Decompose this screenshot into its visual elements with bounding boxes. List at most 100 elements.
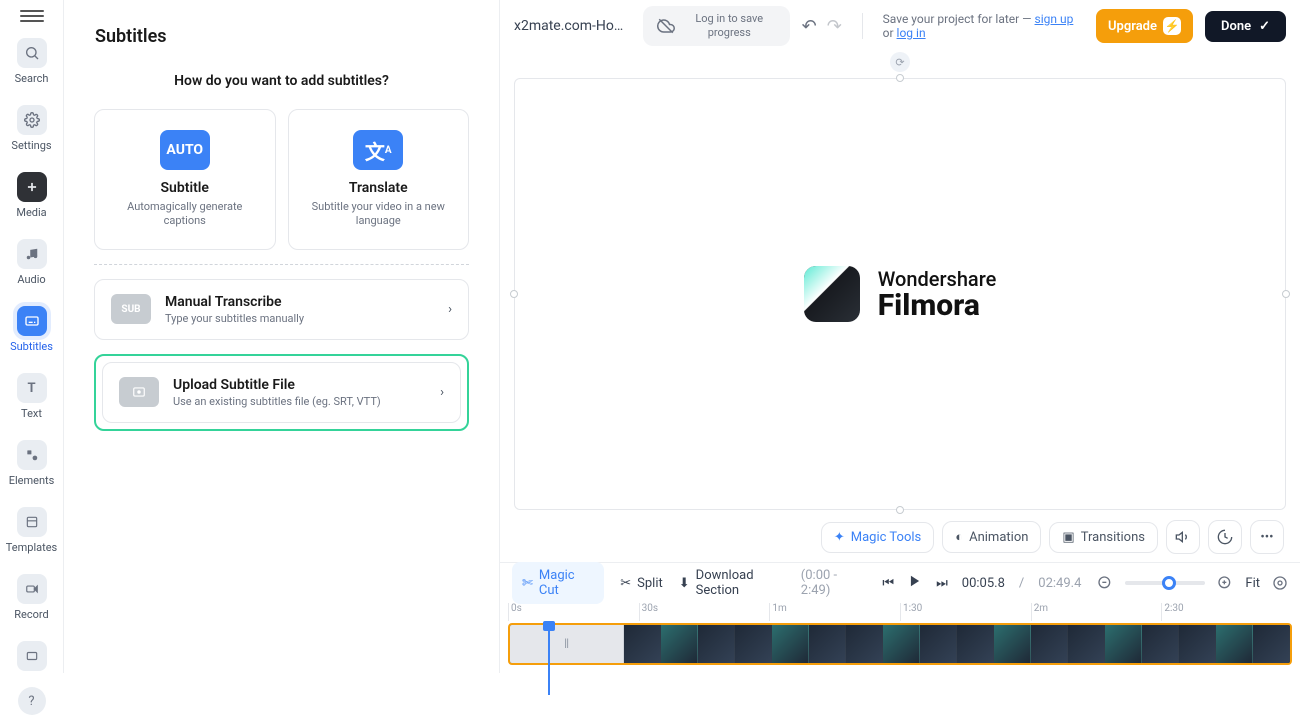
- track-area: ‖: [508, 623, 1292, 665]
- help-icon[interactable]: ?: [18, 687, 46, 715]
- volume-icon[interactable]: [1166, 520, 1200, 554]
- rail-label: Media: [16, 206, 46, 219]
- row-desc: Type your subtitles manually: [165, 312, 304, 325]
- rail-item-templates[interactable]: Templates: [4, 503, 60, 558]
- rail-item-audio[interactable]: Audio: [4, 235, 60, 290]
- music-icon: [17, 239, 47, 269]
- zoom-out-icon[interactable]: [1097, 575, 1113, 591]
- zoom-knob[interactable]: [1162, 576, 1176, 590]
- project-title[interactable]: x2mate.com-How to...: [514, 18, 631, 34]
- rail-label: Audio: [17, 273, 45, 286]
- main-area: x2mate.com-How to... Log in to save prog…: [500, 0, 1300, 673]
- upgrade-button[interactable]: Upgrade⚡: [1096, 9, 1193, 43]
- undo-icon[interactable]: ↶: [802, 16, 817, 37]
- animation-button[interactable]: ◐Animation: [942, 521, 1041, 553]
- video-clip[interactable]: [624, 625, 1290, 663]
- download-icon: ⬇: [679, 576, 690, 591]
- login-link[interactable]: log in: [897, 26, 926, 40]
- file-icon: [119, 377, 159, 407]
- rail-item-elements[interactable]: Elements: [4, 436, 60, 491]
- time-sep: /: [1019, 576, 1024, 591]
- login-text: Log in to save progress: [683, 12, 776, 40]
- resize-handle[interactable]: [510, 290, 518, 298]
- zoom-slider[interactable]: [1125, 581, 1205, 585]
- cloud-off-icon: [657, 17, 675, 35]
- rail-item-record[interactable]: Record: [4, 570, 60, 625]
- card-manual-transcribe[interactable]: SUB Manual Transcribe Type your subtitle…: [94, 279, 469, 340]
- extra-icon: [17, 641, 47, 671]
- transitions-icon: ▣: [1062, 530, 1074, 545]
- card-translate[interactable]: 文A Translate Subtitle your video in a ne…: [288, 109, 470, 250]
- animation-icon: ◐: [955, 529, 963, 545]
- topbar: x2mate.com-How to... Log in to save prog…: [500, 0, 1300, 52]
- panel-question: How do you want to add subtitles?: [94, 73, 469, 89]
- fit-button[interactable]: Fit: [1245, 576, 1260, 591]
- rail-item-text[interactable]: T Text: [4, 369, 60, 424]
- hamburger-icon[interactable]: [20, 10, 44, 22]
- rail-item-media[interactable]: Media: [4, 168, 60, 223]
- upload-highlight: Upload Subtitle File Use an existing sub…: [94, 354, 469, 431]
- wand-icon: ✄: [522, 576, 533, 591]
- rail-label: Search: [15, 72, 49, 85]
- magic-tools-button[interactable]: ✦Magic Tools: [821, 522, 934, 553]
- video-track[interactable]: ‖: [508, 623, 1292, 665]
- timeline-ruler[interactable]: 0s 30s 1m 1:30 2m 2:30: [508, 603, 1292, 621]
- rail-item-search[interactable]: Search: [4, 34, 60, 89]
- track-handle-icon[interactable]: ‖: [510, 625, 624, 663]
- rail-label: Record: [14, 608, 48, 621]
- card-upload-subtitle[interactable]: Upload Subtitle File Use an existing sub…: [102, 362, 461, 423]
- scissors-icon: ✂: [620, 576, 631, 591]
- record-icon: [17, 574, 47, 604]
- card-desc: Automagically generate captions: [107, 200, 263, 229]
- row-title: Upload Subtitle File: [173, 377, 381, 393]
- video-stage[interactable]: Wondershare Filmora: [514, 78, 1286, 510]
- time-current: 00:05.8: [962, 576, 1005, 591]
- row-title: Manual Transcribe: [165, 294, 304, 310]
- skip-back-icon[interactable]: ⏮: [882, 576, 894, 591]
- card-title: Subtitle: [107, 180, 263, 196]
- templates-icon: [17, 507, 47, 537]
- card-auto-subtitle[interactable]: AUTO Subtitle Automagically generate cap…: [94, 109, 276, 250]
- split-button[interactable]: ✂Split: [620, 576, 663, 591]
- playback-controls: ⏮ ⏭ 00:05.8 / 02:49.4: [882, 574, 1081, 592]
- signup-link[interactable]: sign up: [1035, 12, 1074, 26]
- speed-icon[interactable]: [1208, 520, 1242, 554]
- play-icon[interactable]: [908, 574, 922, 592]
- rail-label: Templates: [6, 541, 57, 554]
- download-section-button[interactable]: ⬇Download Section (0:00 - 2:49): [679, 568, 867, 598]
- zoom-in-icon[interactable]: [1217, 575, 1233, 591]
- done-button[interactable]: Done✓: [1205, 11, 1286, 42]
- skip-forward-icon[interactable]: ⏭: [936, 576, 948, 591]
- rail-label: Text: [21, 407, 42, 420]
- divider: [862, 13, 863, 39]
- redo-icon[interactable]: ↷: [827, 16, 842, 37]
- preview-content: Wondershare Filmora: [804, 266, 997, 322]
- stage-toolbar: ✦Magic Tools ◐Animation ▣Transitions •••: [514, 510, 1286, 554]
- timeline-settings-icon[interactable]: [1272, 575, 1288, 591]
- rail-item-extra[interactable]: [4, 637, 60, 675]
- subtitles-icon: [17, 306, 47, 336]
- chevron-right-icon: ›: [440, 385, 444, 400]
- plus-icon: [17, 172, 47, 202]
- playhead[interactable]: [548, 623, 550, 695]
- rail-label: Subtitles: [10, 340, 53, 353]
- row-desc: Use an existing subtitles file (eg. SRT,…: [173, 395, 381, 408]
- rail-item-subtitles[interactable]: Subtitles: [4, 302, 60, 357]
- stage-indicator-icon[interactable]: ⟳: [890, 52, 910, 72]
- resize-handle[interactable]: [1282, 290, 1290, 298]
- transitions-button[interactable]: ▣Transitions: [1049, 522, 1158, 553]
- resize-handle[interactable]: [896, 74, 904, 82]
- timeline-area: ✄Magic Cut ✂Split ⬇Download Section (0:0…: [500, 562, 1300, 673]
- gear-icon: [17, 105, 47, 135]
- shapes-icon: [17, 440, 47, 470]
- rail-item-settings[interactable]: Settings: [4, 101, 60, 156]
- chevron-right-icon: ›: [448, 302, 452, 317]
- login-save-button[interactable]: Log in to save progress: [643, 6, 790, 46]
- resize-handle[interactable]: [896, 506, 904, 514]
- rail-label: Settings: [11, 139, 51, 152]
- text-icon: T: [17, 373, 47, 403]
- left-rail: Search Settings Media Audio Subtitles T …: [0, 0, 64, 673]
- time-total: 02:49.4: [1038, 576, 1081, 591]
- more-icon[interactable]: •••: [1250, 520, 1284, 554]
- magic-cut-button[interactable]: ✄Magic Cut: [512, 562, 604, 604]
